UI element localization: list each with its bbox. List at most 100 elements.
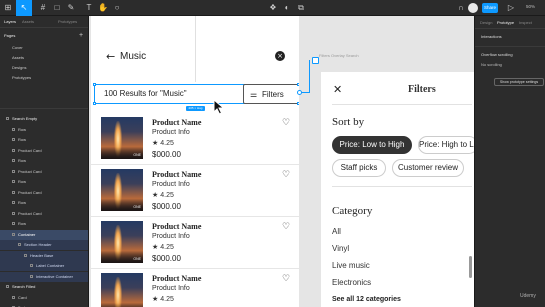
layer-icon [12,190,15,194]
hand-tool-icon[interactable]: ✋ [98,3,108,13]
resize-handle[interactable] [93,83,96,86]
layer-item[interactable]: Product Card [0,167,88,177]
resize-handle[interactable] [297,102,299,105]
product-card[interactable]: ONEProduct NameProduct Info★ 4.25$000.00… [91,217,299,269]
sort-option-staff-picks[interactable]: Staff picks [332,159,386,177]
layer-label: Header Base [30,252,54,258]
product-info: Product Info [152,181,190,188]
resize-handle[interactable] [93,102,96,105]
layer-item[interactable]: Interactive Container [0,271,88,282]
layer-item[interactable]: Label Container [0,261,88,271]
product-image[interactable]: ONE [101,117,143,159]
tab-inspect[interactable]: Inspect [519,20,532,25]
heart-icon[interactable]: ♡ [282,274,290,284]
sort-option-price-high-low[interactable]: Price: High to Low [418,136,474,154]
filters-button[interactable]: ⚌ Filters [243,84,299,104]
avatar[interactable] [468,3,478,13]
page-item[interactable]: Designs [0,63,88,73]
product-image[interactable]: ONE [101,169,143,211]
mouse-cursor-icon [213,99,225,115]
tab-prototypes[interactable]: Prototypes [58,19,77,24]
back-arrow-icon[interactable]: ← [106,50,115,63]
layer-frame[interactable]: Search Filled [0,282,88,292]
watermark: Udemy [520,293,536,299]
overflow-value[interactable]: No scrolling [481,62,502,67]
tab-prototype[interactable]: Prototype [497,20,514,25]
tab-layers[interactable]: Layers [4,19,16,24]
layer-item[interactable]: Row [0,125,88,135]
heart-icon[interactable]: ♡ [282,118,290,128]
layer-item[interactable]: Row [0,177,88,187]
category-vinyl[interactable]: Vinyl [332,244,349,253]
layer-icon [12,211,15,215]
product-rating: ★ 4.25 [152,191,174,199]
product-card[interactable]: ONEProduct NameProduct Info★ 4.25$000.00… [91,269,299,307]
layer-item[interactable]: Card [0,293,88,303]
page-item[interactable]: Prototypes [0,73,88,83]
frame-tool-icon[interactable]: # [38,3,48,13]
see-all-categories-link[interactable]: See all 12 categories [332,296,401,303]
star-icon: ★ [152,140,161,147]
text-tool-icon[interactable]: T [84,3,94,13]
filters-overlay-frame[interactable]: ✕ Filters Sort by Price: Low to High Pri… [321,72,474,307]
add-page-icon[interactable]: + [76,31,86,41]
layer-item[interactable]: Body [0,303,88,307]
layer-item[interactable]: Header Base [0,250,88,261]
product-card[interactable]: ONEProduct NameProduct Info★ 4.25$000.00… [91,113,299,165]
main-menu-icon[interactable]: ⊞ [3,3,13,13]
layer-icon [12,138,15,142]
connector-end[interactable] [312,57,319,64]
sort-option-price-low-high[interactable]: Price: Low to High [332,136,412,154]
layer-item[interactable]: Row [0,135,88,145]
layer-item[interactable]: Product Card [0,209,88,219]
heart-icon[interactable]: ♡ [282,222,290,232]
sort-option-customer-review[interactable]: Customer review [392,159,464,177]
zoom-level[interactable]: 50% [526,4,535,9]
component-icon[interactable]: ❖ [268,3,278,13]
layer-icon [18,243,21,247]
product-card[interactable]: ONEProduct NameProduct Info★ 4.25$000.00… [91,165,299,217]
pen-tool-icon[interactable]: ✎ [66,3,76,13]
product-rating: ★ 4.25 [152,243,174,251]
product-image-badge: ONE [133,257,141,261]
layer-item[interactable]: Product Card [0,188,88,198]
tab-assets[interactable]: Assets [22,19,34,24]
layer-item[interactable]: Row [0,156,88,166]
canvas[interactable]: ← Music × 100 Results for "Music" ⚌ Filt… [89,16,474,307]
canvas-scrollbar[interactable] [469,256,472,278]
mask-icon[interactable]: ◐ [282,3,292,13]
comment-tool-icon[interactable]: ○ [112,3,122,13]
layer-item[interactable]: Section Header [0,240,88,250]
headphones-icon[interactable]: ∩ [456,3,466,13]
layer-label: Product Card [18,168,42,174]
product-rating-value: 4.25 [160,140,174,147]
show-prototype-settings-button[interactable]: Show prototype settings [494,78,544,86]
layer-item[interactable]: Product Card [0,146,88,156]
boolean-icon[interactable]: ⧉ [296,3,306,13]
heart-icon[interactable]: ♡ [282,170,290,180]
product-info: Product Info [152,129,190,136]
share-button[interactable]: Share [482,3,498,13]
tab-design[interactable]: Design [480,20,492,25]
layer-item[interactable]: Row [0,198,88,208]
move-tool-button[interactable]: ↖ [16,0,32,16]
product-image[interactable]: ONE [101,273,143,307]
search-filled-frame[interactable]: ← Music × 100 Results for "Music" ⚌ Filt… [91,16,299,307]
layer-item[interactable]: Row [0,219,88,229]
resize-handle[interactable] [297,83,299,86]
clear-search-icon[interactable]: × [275,51,285,61]
category-all[interactable]: All [332,227,341,236]
play-icon[interactable]: ▷ [506,3,516,13]
category-electronics[interactable]: Electronics [332,278,371,287]
page-item[interactable]: Assets [0,53,88,63]
page-item[interactable]: Cover [0,43,88,53]
close-icon[interactable]: ✕ [333,83,342,96]
product-image-badge: ONE [133,205,141,209]
product-rating: ★ 4.25 [152,295,174,303]
category-live-music[interactable]: Live music [332,261,370,270]
layer-item[interactable]: Container [0,229,88,240]
shape-tool-icon[interactable]: □ [52,3,62,13]
layer-frame[interactable]: Search Empty [0,114,88,124]
product-image[interactable]: ONE [101,221,143,263]
star-icon: ★ [152,192,161,199]
